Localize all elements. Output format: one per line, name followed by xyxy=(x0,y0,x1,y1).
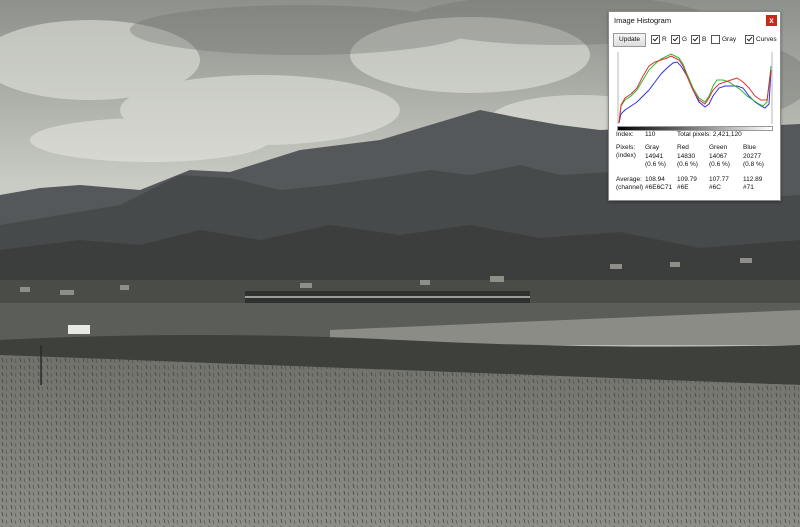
checkbox-green-label: G xyxy=(682,36,688,43)
window-title: Image Histogram xyxy=(614,16,672,25)
checkbox-red-box[interactable] xyxy=(651,35,660,44)
average-label: Average: xyxy=(616,176,642,183)
channel-blue-count: 20277 xyxy=(743,153,762,160)
checkbox-red-label: R xyxy=(662,36,667,43)
channel-red-average: 109.79 xyxy=(677,176,697,183)
channel-blue-header: Blue xyxy=(743,144,757,151)
checkbox-gray[interactable]: Gray xyxy=(711,34,736,45)
index-value: 110 xyxy=(645,131,656,138)
channel-green-count: 14067 xyxy=(709,153,728,160)
checkbox-gray-box[interactable] xyxy=(711,35,720,44)
checkbox-red[interactable]: R xyxy=(651,34,667,45)
checkbox-green-box[interactable] xyxy=(671,35,680,44)
channel-blue-average: 112.89 xyxy=(743,176,763,183)
channel-green-hex: #6C xyxy=(709,184,721,191)
channel-red-count: 14830 xyxy=(677,153,696,160)
channel-green-average: 107.77 xyxy=(709,176,729,183)
close-icon[interactable]: x xyxy=(766,15,777,26)
channel-red-pct: (0.6 %) xyxy=(677,161,698,168)
update-button[interactable]: Update xyxy=(613,33,646,47)
pixels-label: Pixels: xyxy=(616,144,636,151)
checkbox-curves-box[interactable] xyxy=(745,35,754,44)
channel-green-header: Green xyxy=(709,144,728,151)
channel-gray-count: 14941 xyxy=(645,153,664,160)
channel-gray-header: Gray xyxy=(645,144,660,151)
index-label: Index: xyxy=(616,131,634,138)
checkbox-curves[interactable]: Curves xyxy=(745,34,777,45)
channel-blue-pct: (0.8 %) xyxy=(743,161,764,168)
histogram-curve-red xyxy=(618,55,772,124)
histogram-plot[interactable] xyxy=(617,52,773,124)
checkbox-blue[interactable]: B xyxy=(691,34,706,45)
histogram-window: Image Histogram x Update R G B Gray Curv… xyxy=(608,11,781,201)
histogram-curve-green xyxy=(618,53,772,124)
checkbox-blue-box[interactable] xyxy=(691,35,700,44)
checkbox-curves-label: Curves xyxy=(756,36,777,43)
average-sublabel: (channel) xyxy=(616,184,644,191)
checkbox-gray-label: Gray xyxy=(722,36,737,43)
total-pixels: Total pixels: 2,421,120 xyxy=(677,131,742,138)
channel-gray-average: 108.94 xyxy=(645,176,665,183)
checkbox-blue-label: B xyxy=(702,36,707,43)
channel-blue-hex: #71 xyxy=(743,184,754,191)
channel-red-header: Red xyxy=(677,144,689,151)
channel-gray-pct: (0.6 %) xyxy=(645,161,666,168)
window-titlebar[interactable]: Image Histogram x xyxy=(609,12,780,29)
checkbox-green[interactable]: G xyxy=(671,34,687,45)
histogram-toolbar: Update R G B Gray Curves xyxy=(613,33,779,47)
pixels-sublabel: (index) xyxy=(616,152,636,159)
channel-gray-hex: #6E6C71 xyxy=(645,184,673,191)
channel-red-hex: #6E xyxy=(677,184,689,191)
channel-green-pct: (0.6 %) xyxy=(709,161,730,168)
